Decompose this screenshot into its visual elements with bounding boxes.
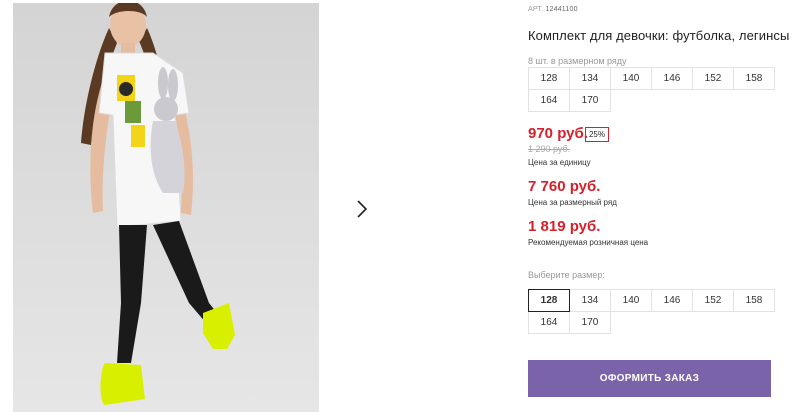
pack-size-cell: 134 [569,67,611,90]
pack-size-grid: 128 134 140 146 152 158 164 170 [528,67,775,112]
size-option-128[interactable]: 128 [528,289,570,312]
chevron-right-icon [356,200,367,218]
product-gallery [13,3,513,412]
order-button[interactable]: ОФОРМИТЬ ЗАКАЗ [528,360,771,397]
row-price: 7 760 руб. [528,178,601,195]
discount-badge: 25% [585,127,609,142]
size-option-158[interactable]: 158 [733,289,775,312]
recommended-price-label: Рекомендуемая розничная цена [528,238,649,247]
unit-price-label: Цена за единицу [528,158,591,167]
article-number: АРТ. 12441100 [528,6,578,13]
size-option-140[interactable]: 140 [610,289,652,312]
recommended-price: 1 819 руб. [528,218,601,235]
product-title: Комплект для девочки: футболка, легинсы [528,28,790,43]
size-picker: 128 134 140 146 152 158 164 170 [528,289,775,334]
pack-size-cell: 164 [528,89,570,112]
unit-price: 970 руб. [528,125,588,142]
pack-info: 8 шт. в размерном ряду [528,56,627,66]
product-photo[interactable] [13,3,319,412]
gallery-next-button[interactable] [343,189,380,229]
article-label: АРТ. [528,6,544,13]
pack-size-cell: 128 [528,67,570,90]
pack-size-cell: 170 [569,89,611,112]
row-price-label: Цена за размерный ряд [528,198,617,207]
size-option-170[interactable]: 170 [569,311,611,334]
size-option-164[interactable]: 164 [528,311,570,334]
pack-size-cell: 140 [610,67,652,90]
size-picker-label: Выберите размер: [528,270,605,280]
size-option-134[interactable]: 134 [569,289,611,312]
pack-size-cell: 152 [692,67,734,90]
girl-photo-illustration [13,3,319,412]
old-price: 1 290 руб. [528,144,571,154]
product-page: АРТ. 12441100 Комплект для девочки: футб… [0,0,800,412]
pack-size-cell: 158 [733,67,775,90]
size-option-146[interactable]: 146 [651,289,693,312]
article-value: 12441100 [545,6,578,13]
pack-size-cell: 146 [651,67,693,90]
size-option-152[interactable]: 152 [692,289,734,312]
